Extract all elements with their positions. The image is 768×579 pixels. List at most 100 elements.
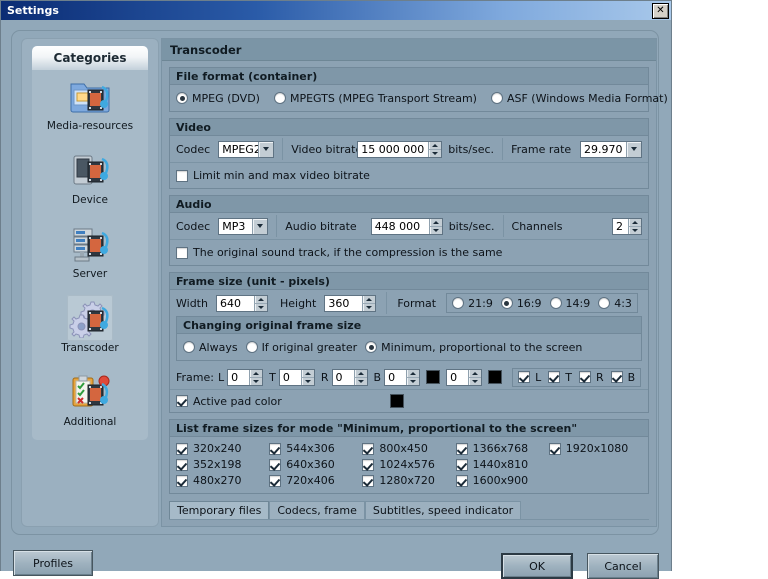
spinner-arrows-icon[interactable] bbox=[628, 218, 641, 234]
list-item[interactable]: 1024x576 bbox=[362, 458, 455, 471]
frame-size-checkbox[interactable] bbox=[362, 458, 375, 471]
frame-size-checkbox[interactable] bbox=[269, 458, 282, 471]
spinner-arrows-icon[interactable] bbox=[406, 369, 420, 385]
width-value: 640 bbox=[219, 296, 241, 310]
file-format-group: File format (container) MPEG (DVD) MPEGT… bbox=[169, 67, 668, 112]
radio-minimum-proportional[interactable] bbox=[365, 341, 378, 353]
radio-14-9[interactable] bbox=[549, 297, 562, 309]
list-item[interactable]: 800x450 bbox=[362, 442, 455, 455]
frame-right-value: 0 bbox=[335, 370, 343, 384]
list-item[interactable]: 1440x810 bbox=[455, 458, 549, 471]
sidebar-item-media-resources[interactable]: Media-resources bbox=[32, 70, 148, 144]
frame-rate-select[interactable]: 29.970 bbox=[580, 140, 642, 158]
tab-temporary-files[interactable]: Temporary files bbox=[169, 501, 270, 519]
radio-asf[interactable] bbox=[490, 92, 503, 104]
radio-mpeg-dvd[interactable] bbox=[176, 92, 188, 104]
radio-4-3-label: 4:3 bbox=[614, 296, 632, 310]
channels-label: Channels bbox=[511, 219, 563, 233]
video-bitrate-input[interactable]: 15 000 000 bbox=[357, 140, 443, 158]
audio-codec-select[interactable]: MP3 bbox=[218, 217, 269, 235]
profiles-button-label: Profiles bbox=[33, 556, 73, 570]
frame-side-top-checkbox[interactable] bbox=[548, 371, 561, 383]
frame-size-label: 480x270 bbox=[193, 474, 242, 487]
active-pad-color-swatch[interactable] bbox=[389, 394, 404, 408]
list-item[interactable]: 1280x720 bbox=[362, 474, 455, 487]
audio-bitrate-value: 448 000 bbox=[374, 219, 421, 233]
settings-window: Settings ✕ Categories Media-resources De… bbox=[0, 0, 672, 579]
frame-right-input[interactable]: 0 bbox=[331, 368, 368, 386]
audio-original-row: The original sound track, if the compres… bbox=[170, 239, 648, 265]
frame-size-checkbox[interactable] bbox=[176, 458, 188, 471]
tab-codecs-frame[interactable]: Codecs, frame bbox=[269, 501, 365, 519]
frame-left-input[interactable]: 0 bbox=[227, 368, 264, 386]
list-item[interactable]: 544x306 bbox=[269, 442, 362, 455]
list-item[interactable]: 352x198 bbox=[176, 458, 269, 471]
active-pad-checkbox[interactable] bbox=[176, 395, 188, 407]
panel-title: Transcoder bbox=[170, 42, 242, 57]
frame-rate-value: 29.970 bbox=[584, 142, 623, 156]
frame-size-checkbox[interactable] bbox=[176, 474, 188, 487]
spinner-arrows-icon[interactable] bbox=[253, 295, 267, 311]
channels-input[interactable]: 2 bbox=[612, 217, 642, 235]
frame-color-swatch-2[interactable] bbox=[488, 370, 503, 384]
list-item[interactable]: 320x240 bbox=[176, 442, 269, 455]
frame-left-label: L bbox=[217, 370, 225, 384]
list-item[interactable]: 1920x1080 bbox=[548, 442, 642, 455]
radio-16-9[interactable] bbox=[500, 297, 513, 309]
frame-size-checkbox[interactable] bbox=[455, 458, 468, 471]
radio-21-9[interactable] bbox=[452, 297, 465, 309]
limit-bitrate-checkbox[interactable] bbox=[176, 169, 188, 182]
list-item[interactable]: 1366x768 bbox=[455, 442, 549, 455]
frame-bottom-input[interactable]: 0 bbox=[384, 368, 421, 386]
frame-size-checkbox[interactable] bbox=[269, 474, 282, 487]
sidebar-item-transcoder[interactable]: Transcoder bbox=[32, 292, 148, 366]
spinner-arrows-icon[interactable] bbox=[353, 369, 367, 385]
sidebar-item-device[interactable]: Device bbox=[32, 144, 148, 218]
frame-extra-input[interactable]: 0 bbox=[446, 368, 483, 386]
sidebar-item-additional[interactable]: Additional bbox=[32, 366, 148, 440]
frame-size-checkbox[interactable] bbox=[455, 442, 468, 455]
clipboard-media-icon bbox=[67, 369, 113, 415]
list-item[interactable]: 1600x900 bbox=[455, 474, 549, 487]
frame-top-input[interactable]: 0 bbox=[278, 368, 315, 386]
list-item-empty bbox=[549, 474, 642, 487]
audio-bitrate-input[interactable]: 448 000 bbox=[370, 217, 443, 235]
frame-size-group: Frame size (unit - pixels) Width 640 Hei… bbox=[169, 272, 649, 413]
sidebar-item-server[interactable]: Server bbox=[32, 218, 148, 292]
frame-size-checkbox[interactable] bbox=[269, 442, 282, 455]
tab-subtitles-speed-indicator[interactable]: Subtitles, speed indicator bbox=[364, 501, 522, 519]
list-item[interactable]: 640x360 bbox=[269, 458, 362, 471]
radio-always[interactable] bbox=[183, 341, 195, 353]
list-item[interactable]: 480x270 bbox=[176, 474, 269, 487]
spinner-arrows-icon[interactable] bbox=[468, 369, 482, 385]
frame-size-checkbox[interactable] bbox=[455, 474, 468, 487]
frame-side-left-checkbox[interactable] bbox=[518, 371, 531, 383]
video-bitrate-label: Video bitrate bbox=[291, 142, 358, 156]
height-input[interactable]: 360 bbox=[324, 294, 377, 312]
tab-label: Codecs, frame bbox=[277, 504, 357, 517]
spinner-arrows-icon[interactable] bbox=[428, 141, 442, 157]
profiles-button[interactable]: Profiles bbox=[13, 550, 93, 576]
radio-4-3[interactable] bbox=[598, 297, 611, 309]
frame-size-checkbox[interactable] bbox=[362, 442, 375, 455]
original-soundtrack-checkbox[interactable] bbox=[176, 246, 188, 259]
list-item[interactable]: 720x406 bbox=[269, 474, 362, 487]
spinner-arrows-icon[interactable] bbox=[428, 218, 442, 234]
frame-size-checkbox[interactable] bbox=[362, 474, 375, 487]
spinner-arrows-icon[interactable] bbox=[249, 369, 263, 385]
frame-side-bottom-checkbox[interactable] bbox=[610, 371, 623, 383]
spinner-arrows-icon[interactable] bbox=[362, 295, 376, 311]
frame-side-right-checkbox[interactable] bbox=[578, 371, 591, 383]
cancel-button[interactable]: Cancel bbox=[587, 553, 659, 579]
frame-size-checkbox[interactable] bbox=[548, 442, 561, 455]
close-icon[interactable]: ✕ bbox=[652, 2, 669, 19]
ok-button[interactable]: OK bbox=[501, 553, 573, 579]
frame-bottom-value: 0 bbox=[388, 370, 396, 384]
video-codec-select[interactable]: MPEG2 bbox=[218, 140, 275, 158]
frame-size-checkbox[interactable] bbox=[176, 442, 188, 455]
radio-mpegts[interactable] bbox=[273, 92, 286, 104]
spinner-arrows-icon[interactable] bbox=[300, 369, 314, 385]
width-input[interactable]: 640 bbox=[215, 294, 268, 312]
frame-color-swatch-1[interactable] bbox=[426, 370, 441, 384]
radio-if-original-greater[interactable] bbox=[245, 341, 258, 353]
